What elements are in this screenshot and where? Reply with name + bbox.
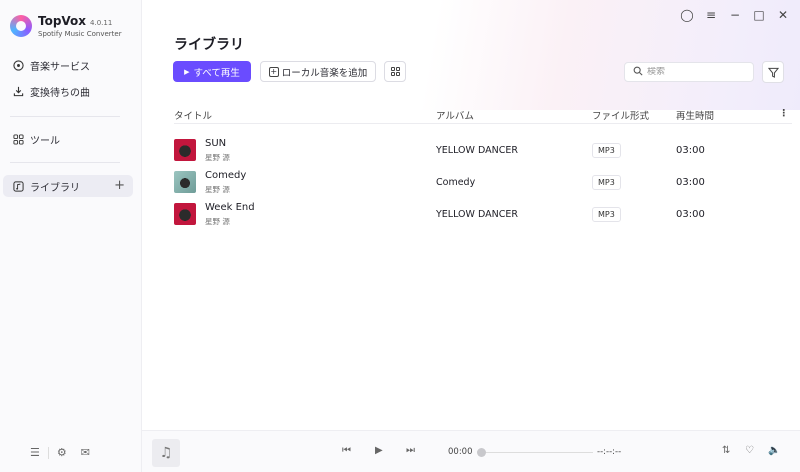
app-version: 4.0.11 [90,19,113,27]
brand-title: TopVox 4.0.11 [38,14,122,28]
add-playlist-button[interactable]: + [114,178,125,193]
music-service-icon [12,59,24,71]
mail-icon[interactable]: ✉ [81,446,90,459]
track-title: Week End [205,202,255,213]
settings-icon[interactable]: ⚙ [57,446,67,459]
sidebar-divider [10,116,120,117]
sidebar-item-label: 変換待ちの曲 [30,87,90,99]
play-button-icon[interactable]: ▶ [375,445,383,456]
now-playing-art-icon: ♫ [152,439,180,467]
main-panel: ◯ ≡ − □ ✕ ライブラリ ▶ すべて再生 + ローカル音楽を追加 検索 タ… [142,0,800,472]
table-row[interactable]: Week End 星野 源 YELLOW DANCER MP3 03:00 [174,200,792,228]
progress-track[interactable] [481,452,593,453]
add-local-label: ローカル音楽を追加 [281,67,368,79]
brand: TopVox 4.0.11 Spotify Music Converter [10,14,122,38]
filter-button[interactable] [762,61,784,83]
sidebar-item-label: ライブラリ [30,182,80,194]
app-subtitle: Spotify Music Converter [38,30,122,38]
format-badge: MP3 [592,175,621,190]
table-row[interactable]: SUN 星野 源 YELLOW DANCER MP3 03:00 [174,136,792,164]
sidebar-item-library[interactable]: ライブラリ + [3,175,133,197]
tools-grid-icon [12,133,24,145]
format-badge: MP3 [592,207,621,222]
sidebar-divider [10,162,120,163]
add-local-music-button[interactable]: + ローカル音楽を追加 [260,61,376,82]
column-header-duration[interactable]: 再生時間 [676,108,714,122]
track-title: SUN [205,138,227,149]
maximize-icon[interactable]: □ [752,8,766,22]
column-header-album[interactable]: アルバム [436,108,474,122]
track-album: YELLOW DANCER [436,145,518,156]
sidebar-item-label: 音楽サービス [30,61,90,73]
page-title: ライブラリ [174,37,244,53]
search-box[interactable] [624,62,754,82]
track-album: Comedy [436,177,476,188]
favorite-heart-icon[interactable]: ♡ [745,445,754,456]
play-all-label: すべて再生 [193,67,240,79]
current-time: 00:00 [448,447,473,457]
column-header-format[interactable]: ファイル形式 [592,108,649,122]
sidebar-item-label: ツール [30,135,60,147]
add-icon: + [268,66,279,77]
track-artist: 星野 源 [205,153,230,162]
app-name: TopVox [38,14,87,28]
grid-view-icon [390,67,400,76]
player-bar: ♫ ⏮ ▶ ⏭ 00:00 --:--:-- ⇅ ♡ 🔈 [142,430,800,472]
sidebar-footer: ☰ ⚙ ✉ [30,446,90,459]
more-options-icon[interactable]: ⋮ [779,108,789,119]
window-controls: ◯ ≡ − □ ✕ [680,8,790,22]
sidebar-item-tools[interactable]: ツール [3,128,133,150]
track-duration: 03:00 [676,177,705,188]
total-time: --:--:-- [597,447,622,457]
album-cover [174,203,196,225]
table-row[interactable]: Comedy 星野 源 Comedy MP3 03:00 [174,168,792,196]
search-input[interactable] [647,67,747,77]
album-cover [174,139,196,161]
track-artist: 星野 源 [205,217,230,226]
play-all-button[interactable]: ▶ すべて再生 [173,61,251,82]
app-logo-icon [10,15,32,37]
previous-track-icon[interactable]: ⏮ [342,445,351,456]
sidebar-item-music-service[interactable]: 音楽サービス [3,54,133,76]
track-album: YELLOW DANCER [436,209,518,220]
table-header: タイトル アルバム ファイル形式 再生時間 ⋮ [174,106,792,124]
account-icon[interactable]: ◯ [680,8,694,22]
play-icon: ▶ [184,67,190,76]
filter-icon [767,67,779,78]
track-duration: 03:00 [676,209,705,220]
menu-icon[interactable]: ≡ [704,8,718,22]
next-track-icon[interactable]: ⏭ [406,445,415,456]
app-window: TopVox 4.0.11 Spotify Music Converter 音楽サ… [0,0,800,472]
footer-separator [47,446,49,459]
minimize-icon[interactable]: − [728,8,742,22]
track-duration: 03:00 [676,145,705,156]
format-badge: MP3 [592,143,621,158]
progress-handle[interactable] [477,448,486,457]
volume-icon[interactable]: 🔈 [768,445,780,456]
column-header-title[interactable]: タイトル [174,108,212,122]
sidebar-item-converting[interactable]: 変換待ちの曲 [3,80,133,102]
menu-list-icon[interactable]: ☰ [30,446,40,459]
library-icon [12,180,24,192]
album-cover [174,171,196,193]
search-icon [633,66,643,79]
track-title: Comedy [205,170,247,181]
close-icon[interactable]: ✕ [776,8,790,22]
track-artist: 星野 源 [205,185,230,194]
sidebar: TopVox 4.0.11 Spotify Music Converter 音楽サ… [0,0,142,472]
download-icon [12,85,24,97]
brand-text: TopVox 4.0.11 Spotify Music Converter [38,14,122,38]
playlist-order-icon[interactable]: ⇅ [722,445,730,456]
grid-view-button[interactable] [384,61,406,82]
